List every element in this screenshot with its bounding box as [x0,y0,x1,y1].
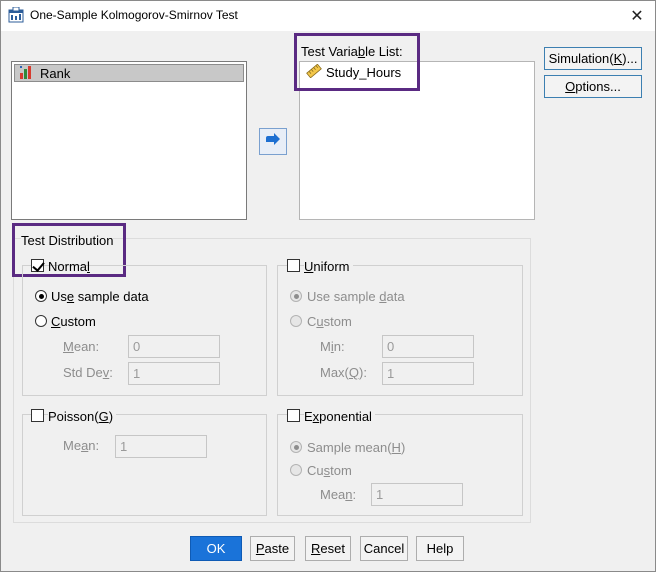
normal-mean-field[interactable]: 0 [128,335,220,358]
ruler-scale-icon [306,63,322,81]
simulation-button[interactable]: Simulation(K)... [544,47,642,70]
window-title: One-Sample Kolmogorov-Smirnov Test [30,8,238,22]
test-variable-list-label: Test Variable List: [301,44,403,59]
help-button[interactable]: Help [416,536,464,561]
normal-checkbox[interactable] [31,259,44,272]
exponential-sample-mean-label: Sample mean(H) [307,440,406,455]
normal-use-sample-label: Use sample data [51,289,149,304]
list-item-label: Rank [40,65,71,81]
exponential-custom-label: Custom [307,463,352,478]
options-button[interactable]: Options... [544,75,642,98]
exponential-custom-radio[interactable] [290,464,302,476]
paste-button-label: Paste [255,541,290,556]
ok-button[interactable]: OK [190,536,242,561]
simulation-button-label: Simulation(K)... [548,51,638,66]
normal-custom-label: Custom [51,314,96,329]
uniform-checkbox[interactable] [287,259,300,272]
uniform-checkbox-label: Uniform [304,259,353,274]
exponential-checkbox-label: Exponential [304,409,375,424]
poisson-checkbox-label: Poisson(G) [48,409,117,424]
test-variable-highlight [294,33,420,91]
uniform-use-sample-label: Use sample data [307,289,405,304]
normal-use-sample-radio[interactable] [35,290,47,302]
poisson-group [22,414,267,516]
list-item-rank[interactable]: Rank [14,64,244,82]
reset-button[interactable]: Reset [305,536,351,561]
uniform-min-label: Min: [320,339,345,354]
poisson-checkbox[interactable] [31,409,44,422]
reset-button-label: Reset [311,541,345,556]
exponential-sample-mean-radio[interactable] [290,441,302,453]
move-to-test-list-button[interactable] [259,128,287,155]
normal-std-label: Std Dev: [63,365,113,380]
list-item-label: Study_Hours [326,65,402,80]
close-button[interactable]: ✕ [620,1,654,30]
uniform-custom-radio[interactable] [290,315,302,327]
uniform-max-label: Max(Q): [320,365,367,380]
source-variable-list[interactable]: Rank [11,61,247,220]
normal-checkbox-label: Normal [48,259,90,274]
normal-std-field[interactable]: 1 [128,362,220,385]
cancel-button[interactable]: Cancel [360,536,408,561]
normal-mean-label: Mean: [63,339,100,354]
poisson-mean-label: Mean: [63,438,100,453]
exponential-mean-label: Mean: [320,487,357,502]
list-item-study-hours[interactable]: Study_Hours [306,63,402,81]
spss-app-icon [8,6,24,23]
options-button-label: Options... [565,79,621,94]
test-distribution-label: Test Distribution [21,233,114,248]
close-icon: ✕ [630,7,644,25]
normal-custom-radio[interactable] [35,315,47,327]
uniform-max-field[interactable]: 1 [382,362,474,385]
ordinal-bar-chart-icon [19,65,35,82]
uniform-custom-label: Custom [307,314,352,329]
poisson-mean-field[interactable]: 1 [115,435,207,458]
arrow-right-icon [265,133,281,150]
exponential-checkbox[interactable] [287,409,300,422]
uniform-min-field[interactable]: 0 [382,335,474,358]
exponential-mean-field[interactable]: 1 [371,483,463,506]
uniform-use-sample-radio[interactable] [290,290,302,302]
paste-button[interactable]: Paste [250,536,295,561]
